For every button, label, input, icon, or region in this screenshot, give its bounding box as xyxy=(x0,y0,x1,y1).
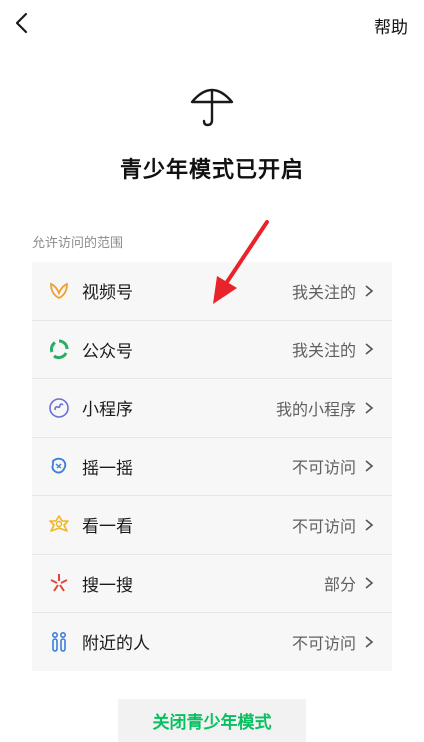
chevron-right-icon xyxy=(365,577,374,589)
channels-icon xyxy=(48,280,70,302)
list-item-mini-programs[interactable]: 小程序 我的小程序 xyxy=(32,379,392,438)
list-item-value: 不可访问 xyxy=(291,516,356,536)
umbrella-icon xyxy=(190,88,234,127)
list-item-people-nearby[interactable]: 附近的人 不可访问 xyxy=(32,613,392,671)
list-item-value: 我关注的 xyxy=(291,341,356,361)
chevron-right-icon xyxy=(365,285,374,297)
list-item-label: 搜一搜 xyxy=(82,575,133,596)
list-item-label: 小程序 xyxy=(82,400,133,421)
chevron-right-icon xyxy=(365,343,374,355)
list-item-value: 不可访问 xyxy=(291,633,356,653)
chevron-right-icon xyxy=(365,460,374,472)
list-item-shake[interactable]: 摇一摇 不可访问 xyxy=(32,438,392,496)
list-item-value: 我关注的 xyxy=(291,282,356,302)
help-link[interactable]: 帮助 xyxy=(374,13,408,38)
list-item-top-stories[interactable]: 看一看 不可访问 xyxy=(32,496,392,555)
shake-icon xyxy=(48,455,70,477)
official-accounts-icon xyxy=(48,338,70,360)
chevron-right-icon xyxy=(365,636,374,648)
list-item-label: 看一看 xyxy=(82,517,133,538)
top-stories-icon xyxy=(48,514,70,536)
list-item-search[interactable]: 搜一搜 部分 xyxy=(32,555,392,613)
list-item-channels[interactable]: 视频号 我关注的 xyxy=(32,262,392,321)
list-item-value: 不可访问 xyxy=(291,458,356,478)
chevron-right-icon xyxy=(365,519,374,531)
list-item-label: 附近的人 xyxy=(82,634,150,655)
people-nearby-icon xyxy=(48,631,70,653)
list-item-label: 视频号 xyxy=(82,283,133,304)
list-item-label: 公众号 xyxy=(82,341,133,362)
permission-list: 视频号 我关注的 公众号 我关注的 小程序 我的小程序 摇一摇 不可访问 看一看… xyxy=(32,262,392,671)
close-teen-mode-button[interactable]: 关闭青少年模式 xyxy=(118,699,306,742)
page-title: 青少年模式已开启 xyxy=(119,158,304,183)
chevron-right-icon xyxy=(365,402,374,414)
list-item-value: 我的小程序 xyxy=(275,399,356,419)
section-label: 允许访问的范围 xyxy=(32,236,124,251)
back-arrow-icon[interactable] xyxy=(10,10,36,36)
list-item-official-accounts[interactable]: 公众号 我关注的 xyxy=(32,321,392,379)
top-bar: 帮助 xyxy=(0,0,424,48)
list-item-label: 摇一摇 xyxy=(82,458,133,479)
search-icon xyxy=(48,572,70,594)
mini-program-icon xyxy=(48,397,70,419)
list-item-value: 部分 xyxy=(323,575,356,595)
